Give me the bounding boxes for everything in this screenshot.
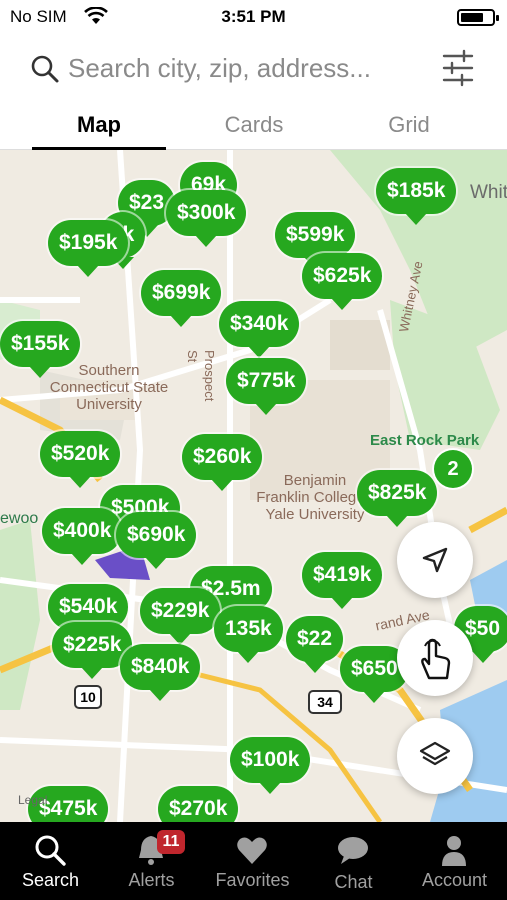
tabbar-search-label: Search [21, 870, 80, 890]
listing-pin[interactable]: $775k [226, 358, 307, 415]
chat-bubble-icon [338, 837, 368, 864]
listing-pin[interactable]: $300k [166, 190, 247, 247]
search-bar [0, 36, 507, 100]
listing-pin[interactable]: $599k [275, 212, 356, 269]
clock: 3:51 PM [221, 7, 286, 26]
hand-pointer-icon [421, 638, 451, 680]
listing-pin[interactable]: $260k [182, 434, 263, 491]
route-10-shield: 10 [74, 685, 102, 709]
listing-pin[interactable]: $690k [116, 512, 197, 569]
label-whitneyville: Whitne [470, 182, 507, 203]
listing-pin[interactable]: $155k [0, 321, 81, 378]
tabbar-search[interactable]: Search [0, 822, 101, 900]
listing-pin[interactable]: $625k [302, 253, 383, 310]
filter-icon[interactable] [440, 48, 476, 93]
status-bar: No SIM 3:51 PM [0, 0, 507, 34]
route-34-shield: 34 [308, 690, 342, 714]
draw-search-button[interactable] [397, 620, 473, 696]
listing-pin[interactable]: $520k [40, 431, 121, 488]
label-university: Southern Connecticut State University [49, 362, 169, 413]
search-icon [30, 54, 60, 89]
label-park: East Rock Park [370, 432, 480, 449]
search-icon [35, 835, 66, 866]
legal-link[interactable]: Legal [18, 793, 47, 807]
listing-pin[interactable]: $699k [141, 270, 222, 327]
label-westwood: ewoo [0, 510, 39, 527]
tabbar-account-label: Account [421, 870, 488, 890]
alerts-badge: 11 [157, 830, 185, 854]
heart-icon [237, 837, 267, 864]
location-arrow-icon [422, 547, 448, 573]
tabbar-favorites[interactable]: Favorites [202, 822, 303, 900]
bottom-tab-bar: Search 11 Alerts Favorites Chat Account [0, 822, 507, 900]
listing-pin[interactable]: $229k [140, 588, 221, 645]
search-input[interactable] [68, 48, 428, 88]
tab-grid[interactable]: Grid [339, 112, 479, 138]
tab-cards[interactable]: Cards [184, 112, 324, 138]
locate-me-button[interactable] [397, 522, 473, 598]
map-layers-button[interactable] [397, 718, 473, 794]
listing-pin[interactable]: $185k [376, 168, 457, 225]
listing-pin[interactable]: $22 [286, 616, 344, 673]
listing-pin[interactable]: $340k [219, 301, 300, 358]
listing-pin[interactable]: $100k [230, 737, 311, 794]
layers-icon [419, 741, 451, 766]
tab-map[interactable]: Map [29, 112, 169, 138]
person-icon [442, 836, 466, 866]
tabbar-favorites-label: Favorites [215, 870, 290, 890]
battery-icon [457, 9, 499, 26]
listing-pin[interactable]: $840k [120, 644, 201, 701]
cluster-count-badge[interactable]: 2 [434, 450, 472, 488]
listing-pin[interactable]: 135k [214, 606, 283, 663]
tabbar-alerts[interactable]: 11 Alerts [101, 822, 202, 900]
tabbar-chat[interactable]: Chat [303, 822, 404, 900]
view-tabs: Map Cards Grid [0, 104, 507, 150]
listing-pin[interactable]: $400k [42, 508, 123, 565]
tabbar-account[interactable]: Account [404, 822, 505, 900]
listing-pin[interactable]: $195k [48, 220, 129, 277]
listing-pin[interactable]: $270k [158, 786, 239, 822]
listing-pin[interactable]: $825k [357, 470, 438, 527]
tabbar-chat-label: Chat [334, 872, 373, 892]
map-view[interactable]: Southern Connecticut State University Be… [0, 150, 507, 822]
label-prospect-st: Prospect St [185, 350, 217, 402]
listing-pin[interactable]: $419k [302, 552, 383, 609]
tabbar-alerts-label: Alerts [128, 870, 175, 890]
